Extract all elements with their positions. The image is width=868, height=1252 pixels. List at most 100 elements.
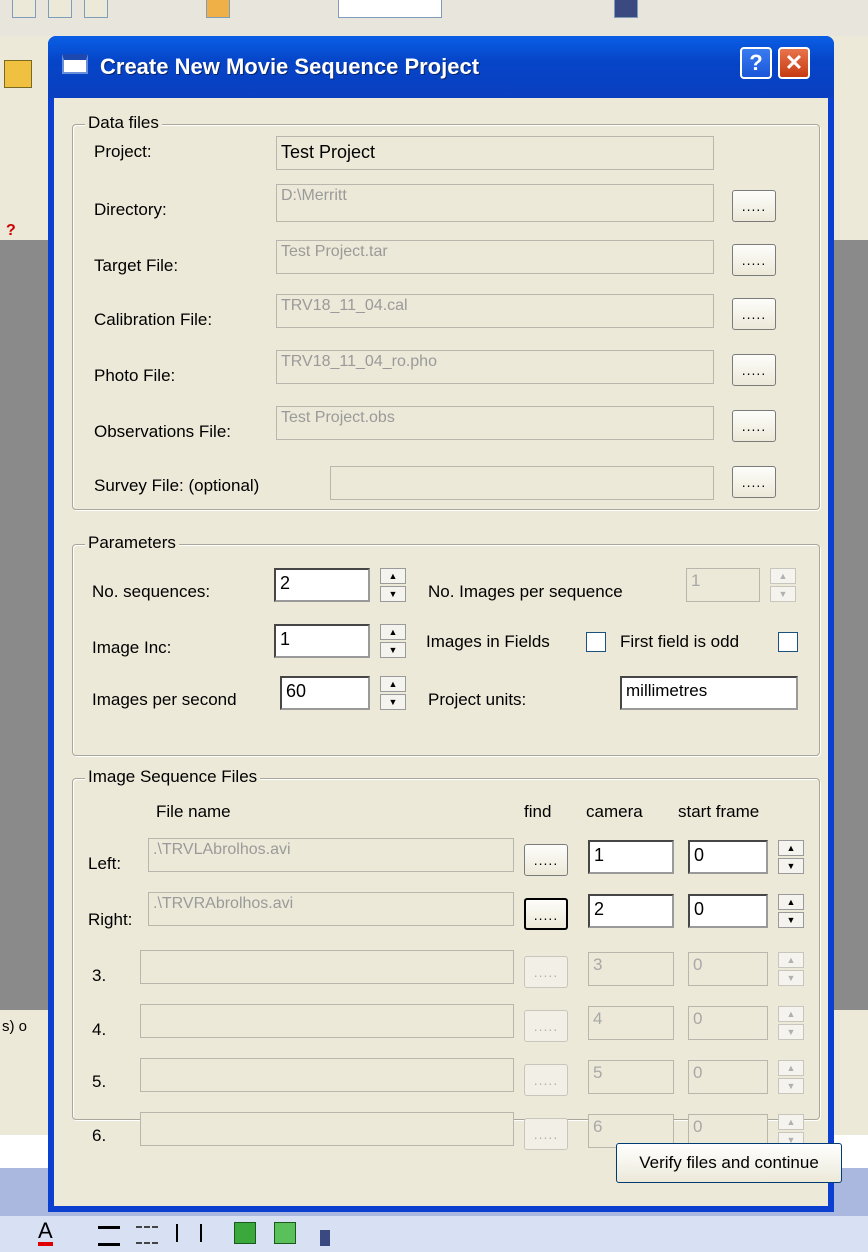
spin-down-icon[interactable]: ▼	[778, 1078, 804, 1094]
close-button[interactable]: ✕	[778, 47, 810, 79]
project-field[interactable]: Test Project	[276, 136, 714, 170]
toolbar-edit-icon[interactable]	[12, 0, 36, 18]
spin-up-icon[interactable]: ▲	[380, 676, 406, 692]
images-per-sequence-spinner[interactable]: ▲ ▼	[770, 568, 796, 602]
shadow-icon[interactable]	[234, 1222, 256, 1244]
left-start-frame-spinner[interactable]: ▲ ▼	[778, 840, 804, 874]
left-find-button[interactable]: .....	[524, 844, 568, 876]
first-field-odd-checkbox[interactable]	[778, 632, 798, 652]
dash-style-icon[interactable]	[136, 1226, 158, 1244]
spin-up-icon[interactable]: ▲	[778, 840, 804, 856]
project-label: Project:	[94, 142, 152, 161]
spin-up-icon[interactable]: ▲	[778, 952, 804, 968]
spin-down-icon[interactable]: ▼	[380, 694, 406, 710]
right-start-frame-input[interactable]: 0	[688, 894, 768, 928]
toolbar-active-icon[interactable]	[206, 0, 230, 18]
row-6-find-button[interactable]: .....	[524, 1118, 568, 1150]
row-4-file-field[interactable]	[140, 1004, 514, 1038]
spin-down-icon[interactable]: ▼	[778, 1024, 804, 1040]
calibration-file-label: Calibration File:	[94, 310, 213, 329]
spin-up-icon[interactable]: ▲	[778, 1060, 804, 1076]
app-toolbar	[0, 0, 868, 36]
row-5-file-field[interactable]	[140, 1058, 514, 1092]
spin-down-icon[interactable]: ▼	[770, 586, 796, 602]
observations-file-browse-button[interactable]: .....	[732, 410, 776, 442]
image-inc-input[interactable]: 1	[274, 624, 370, 658]
spin-down-icon[interactable]: ▼	[778, 912, 804, 928]
images-per-sequence-label: No. Images per sequence	[428, 582, 623, 601]
right-start-frame-spinner[interactable]: ▲ ▼	[778, 894, 804, 928]
align-left-icon[interactable]	[4, 60, 32, 88]
no-sequences-input[interactable]: 2	[274, 568, 370, 602]
font-color-icon[interactable]: A	[38, 1220, 53, 1246]
row-4-start-frame-spinner[interactable]: ▲ ▼	[778, 1006, 804, 1040]
row-3-start-frame-input[interactable]: 0	[688, 952, 768, 986]
toolbar-options-icon[interactable]	[320, 1230, 330, 1246]
spin-up-icon[interactable]: ▲	[778, 1006, 804, 1022]
row-4-find-button[interactable]: .....	[524, 1010, 568, 1042]
survey-file-browse-button[interactable]: .....	[732, 466, 776, 498]
left-camera-input[interactable]: 1	[588, 840, 674, 874]
toolbar-view-icon[interactable]	[48, 0, 72, 18]
dialog-titlebar[interactable]: Create New Movie Sequence Project ? ✕	[48, 36, 834, 98]
spin-up-icon[interactable]: ▲	[380, 568, 406, 584]
dialog-client: Data files Project: Test Project Directo…	[54, 98, 842, 1206]
images-in-fields-checkbox[interactable]	[586, 632, 606, 652]
left-row-label: Left:	[88, 854, 122, 873]
row-5-start-frame-spinner[interactable]: ▲ ▼	[778, 1060, 804, 1094]
verify-continue-button[interactable]: Verify files and continue	[616, 1143, 842, 1183]
right-camera-input[interactable]: 2	[588, 894, 674, 928]
row-5-start-frame-input[interactable]: 0	[688, 1060, 768, 1094]
project-units-input[interactable]: millimetres	[620, 676, 798, 710]
left-start-frame-input[interactable]: 0	[688, 840, 768, 874]
left-file-field[interactable]: .\TRVLAbrolhos.avi	[148, 838, 514, 872]
calibration-file-browse-button[interactable]: .....	[732, 298, 776, 330]
row-6-file-field[interactable]	[140, 1112, 514, 1146]
directory-browse-button[interactable]: .....	[732, 190, 776, 222]
survey-file-label: Survey File: (optional)	[94, 476, 260, 495]
row-3-file-field[interactable]	[140, 950, 514, 984]
spin-up-icon[interactable]: ▲	[770, 568, 796, 584]
toolbar-dropdown-icon[interactable]	[614, 0, 638, 18]
line-style-icon[interactable]	[98, 1226, 120, 1246]
photo-file-browse-button[interactable]: .....	[732, 354, 776, 386]
target-file-browse-button[interactable]: .....	[732, 244, 776, 276]
observations-file-field[interactable]: Test Project.obs	[276, 406, 714, 440]
row-5-find-button[interactable]: .....	[524, 1064, 568, 1096]
row-3-camera-input[interactable]: 3	[588, 952, 674, 986]
images-per-second-input[interactable]: 60	[280, 676, 370, 710]
survey-file-field[interactable]	[330, 466, 714, 500]
spin-up-icon[interactable]: ▲	[778, 894, 804, 910]
spin-down-icon[interactable]: ▼	[380, 642, 406, 658]
row-4-camera-input[interactable]: 4	[588, 1006, 674, 1040]
target-file-field[interactable]: Test Project.tar	[276, 240, 714, 274]
photo-file-field[interactable]: TRV18_11_04_ro.pho	[276, 350, 714, 384]
spin-down-icon[interactable]: ▼	[778, 858, 804, 874]
dialog-title: Create New Movie Sequence Project	[100, 54, 480, 79]
calibration-file-field[interactable]: TRV18_11_04.cal	[276, 294, 714, 328]
right-file-field[interactable]: .\TRVRAbrolhos.avi	[148, 892, 514, 926]
no-sequences-spinner[interactable]: ▲ ▼	[380, 568, 406, 602]
toolbar-combo[interactable]	[338, 0, 442, 18]
spin-up-icon[interactable]: ▲	[380, 624, 406, 640]
directory-field[interactable]: D:\Merritt	[276, 184, 714, 222]
arrow-style-icon[interactable]	[176, 1224, 202, 1242]
help-button[interactable]: ?	[740, 47, 772, 79]
start-frame-header: start frame	[678, 802, 760, 821]
spin-up-icon[interactable]: ▲	[778, 1114, 804, 1130]
row-3-find-button[interactable]: .....	[524, 956, 568, 988]
spin-down-icon[interactable]: ▼	[778, 970, 804, 986]
no-sequences-label: No. sequences:	[92, 582, 211, 601]
3d-icon[interactable]	[274, 1222, 296, 1244]
right-find-button[interactable]: .....	[524, 898, 568, 930]
images-per-second-spinner[interactable]: ▲ ▼	[380, 676, 406, 710]
photo-file-label: Photo File:	[94, 366, 176, 385]
row-5-camera-input[interactable]: 5	[588, 1060, 674, 1094]
images-per-sequence-input[interactable]: 1	[686, 568, 760, 602]
directory-label: Directory:	[94, 200, 167, 219]
image-inc-spinner[interactable]: ▲ ▼	[380, 624, 406, 658]
toolbar-grid-icon[interactable]	[84, 0, 108, 18]
row-3-start-frame-spinner[interactable]: ▲ ▼	[778, 952, 804, 986]
row-4-start-frame-input[interactable]: 0	[688, 1006, 768, 1040]
spin-down-icon[interactable]: ▼	[380, 586, 406, 602]
